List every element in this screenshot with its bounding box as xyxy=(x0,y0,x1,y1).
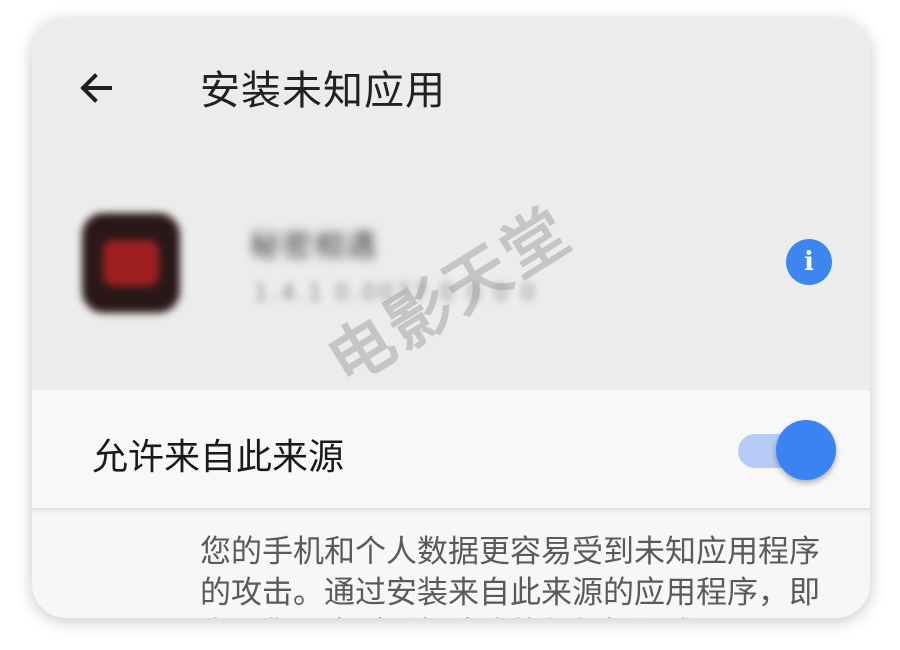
back-button[interactable] xyxy=(70,62,122,114)
info-button[interactable]: i xyxy=(786,239,832,285)
toggle-thumb xyxy=(776,420,836,480)
app-version: 1.4.1 0.0077.0 0 0 0 xyxy=(254,281,538,306)
allow-source-label: 允许来自此来源 xyxy=(92,437,345,478)
arrow-left-icon xyxy=(80,73,112,103)
info-icon: i xyxy=(804,247,814,277)
app-name: 秘密相遇 xyxy=(250,229,378,264)
allow-source-setting-row[interactable]: 允许来自此来源 xyxy=(32,390,870,510)
allow-source-toggle[interactable] xyxy=(738,420,836,480)
app-icon xyxy=(82,213,180,313)
app-icon-graphic xyxy=(103,240,159,286)
page-title: 安装未知应用 xyxy=(200,68,446,114)
app-header-area: 安装未知应用 秘密相遇 1.4.1 0.0077.0 0 0 0 i xyxy=(32,18,870,390)
warning-description: 您的手机和个人数据更容易受到未知应用程序的攻击。通过安装来自此来源的应用程序，即… xyxy=(200,534,820,618)
settings-screen: 安装未知应用 秘密相遇 1.4.1 0.0077.0 0 0 0 i 允许来自此… xyxy=(32,18,870,618)
